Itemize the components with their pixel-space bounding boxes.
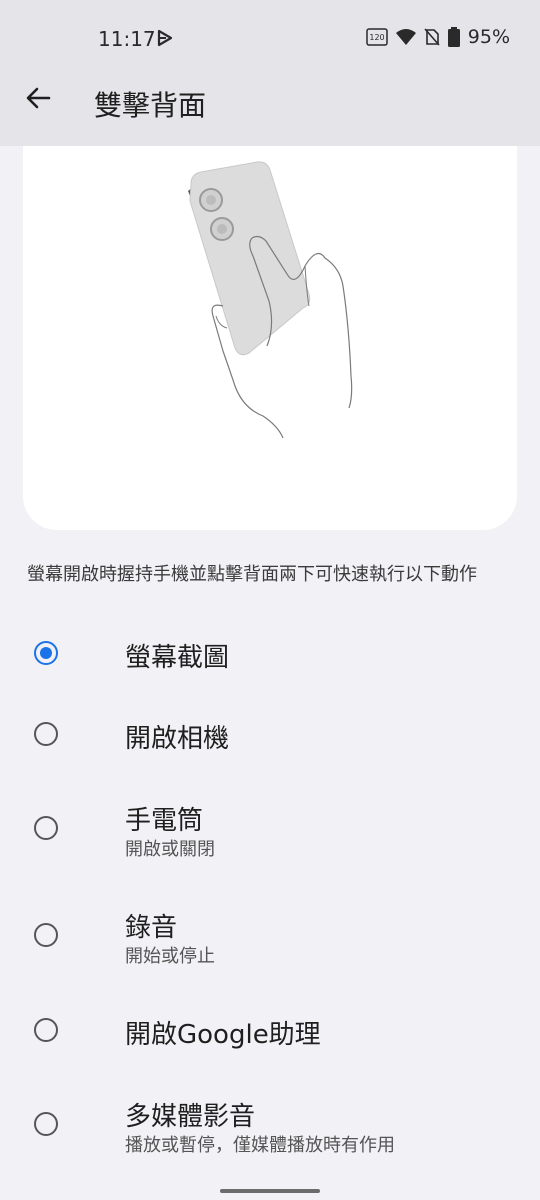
back-arrow-icon xyxy=(26,87,51,109)
option-google-assistant[interactable]: 開啟Google助理 xyxy=(0,990,540,1070)
option-title: 開啟Google助理 xyxy=(125,1020,321,1050)
radio-button[interactable] xyxy=(34,816,58,840)
home-indicator[interactable] xyxy=(220,1189,320,1193)
option-subtitle: 播放或暫停，僅媒體播放時有作用 xyxy=(125,1135,395,1156)
radio-button[interactable] xyxy=(34,1018,58,1042)
option-subtitle: 開啟或關閉 xyxy=(125,839,215,860)
status-icons: 120 95% xyxy=(366,26,510,48)
no-sim-icon xyxy=(424,28,440,46)
option-title: 開啟相機 xyxy=(125,724,230,754)
status-bar: 11:17 120 95% xyxy=(0,0,540,78)
option-screenshot[interactable]: 螢幕截圖 xyxy=(0,613,540,693)
radio-button[interactable] xyxy=(34,722,58,746)
illustration-card xyxy=(23,146,517,530)
play-store-icon xyxy=(157,29,173,47)
page-title: 雙擊背面 xyxy=(94,89,207,122)
refresh-120hz-icon: 120 xyxy=(366,28,388,46)
option-media[interactable]: 多媒體影音 播放或暫停，僅媒體播放時有作用 xyxy=(0,1084,540,1164)
svg-text:120: 120 xyxy=(369,33,384,42)
option-subtitle: 開始或停止 xyxy=(125,946,215,967)
option-open-camera[interactable]: 開啟相機 xyxy=(0,695,540,775)
option-recorder[interactable]: 錄音 開始或停止 xyxy=(0,895,540,975)
status-time: 11:17 xyxy=(98,27,156,51)
radio-button[interactable] xyxy=(34,1112,58,1136)
battery-percentage: 95% xyxy=(467,26,510,48)
radio-button-selected[interactable] xyxy=(34,641,58,665)
wifi-icon xyxy=(395,29,416,45)
option-title: 多媒體影音 xyxy=(125,1102,256,1132)
option-title: 錄音 xyxy=(125,913,178,943)
option-title: 螢幕截圖 xyxy=(125,643,230,673)
battery-icon xyxy=(447,27,460,47)
hand-holding-phone-illustration xyxy=(188,161,353,439)
description-text: 螢幕開啟時握持手機並點擊背面兩下可快速執行以下動作 xyxy=(27,564,477,585)
back-button[interactable] xyxy=(18,78,58,118)
option-title: 手電筒 xyxy=(125,806,204,836)
app-bar: 雙擊背面 xyxy=(0,78,540,146)
option-flashlight[interactable]: 手電筒 開啟或關閉 xyxy=(0,788,540,868)
radio-button[interactable] xyxy=(34,923,58,947)
